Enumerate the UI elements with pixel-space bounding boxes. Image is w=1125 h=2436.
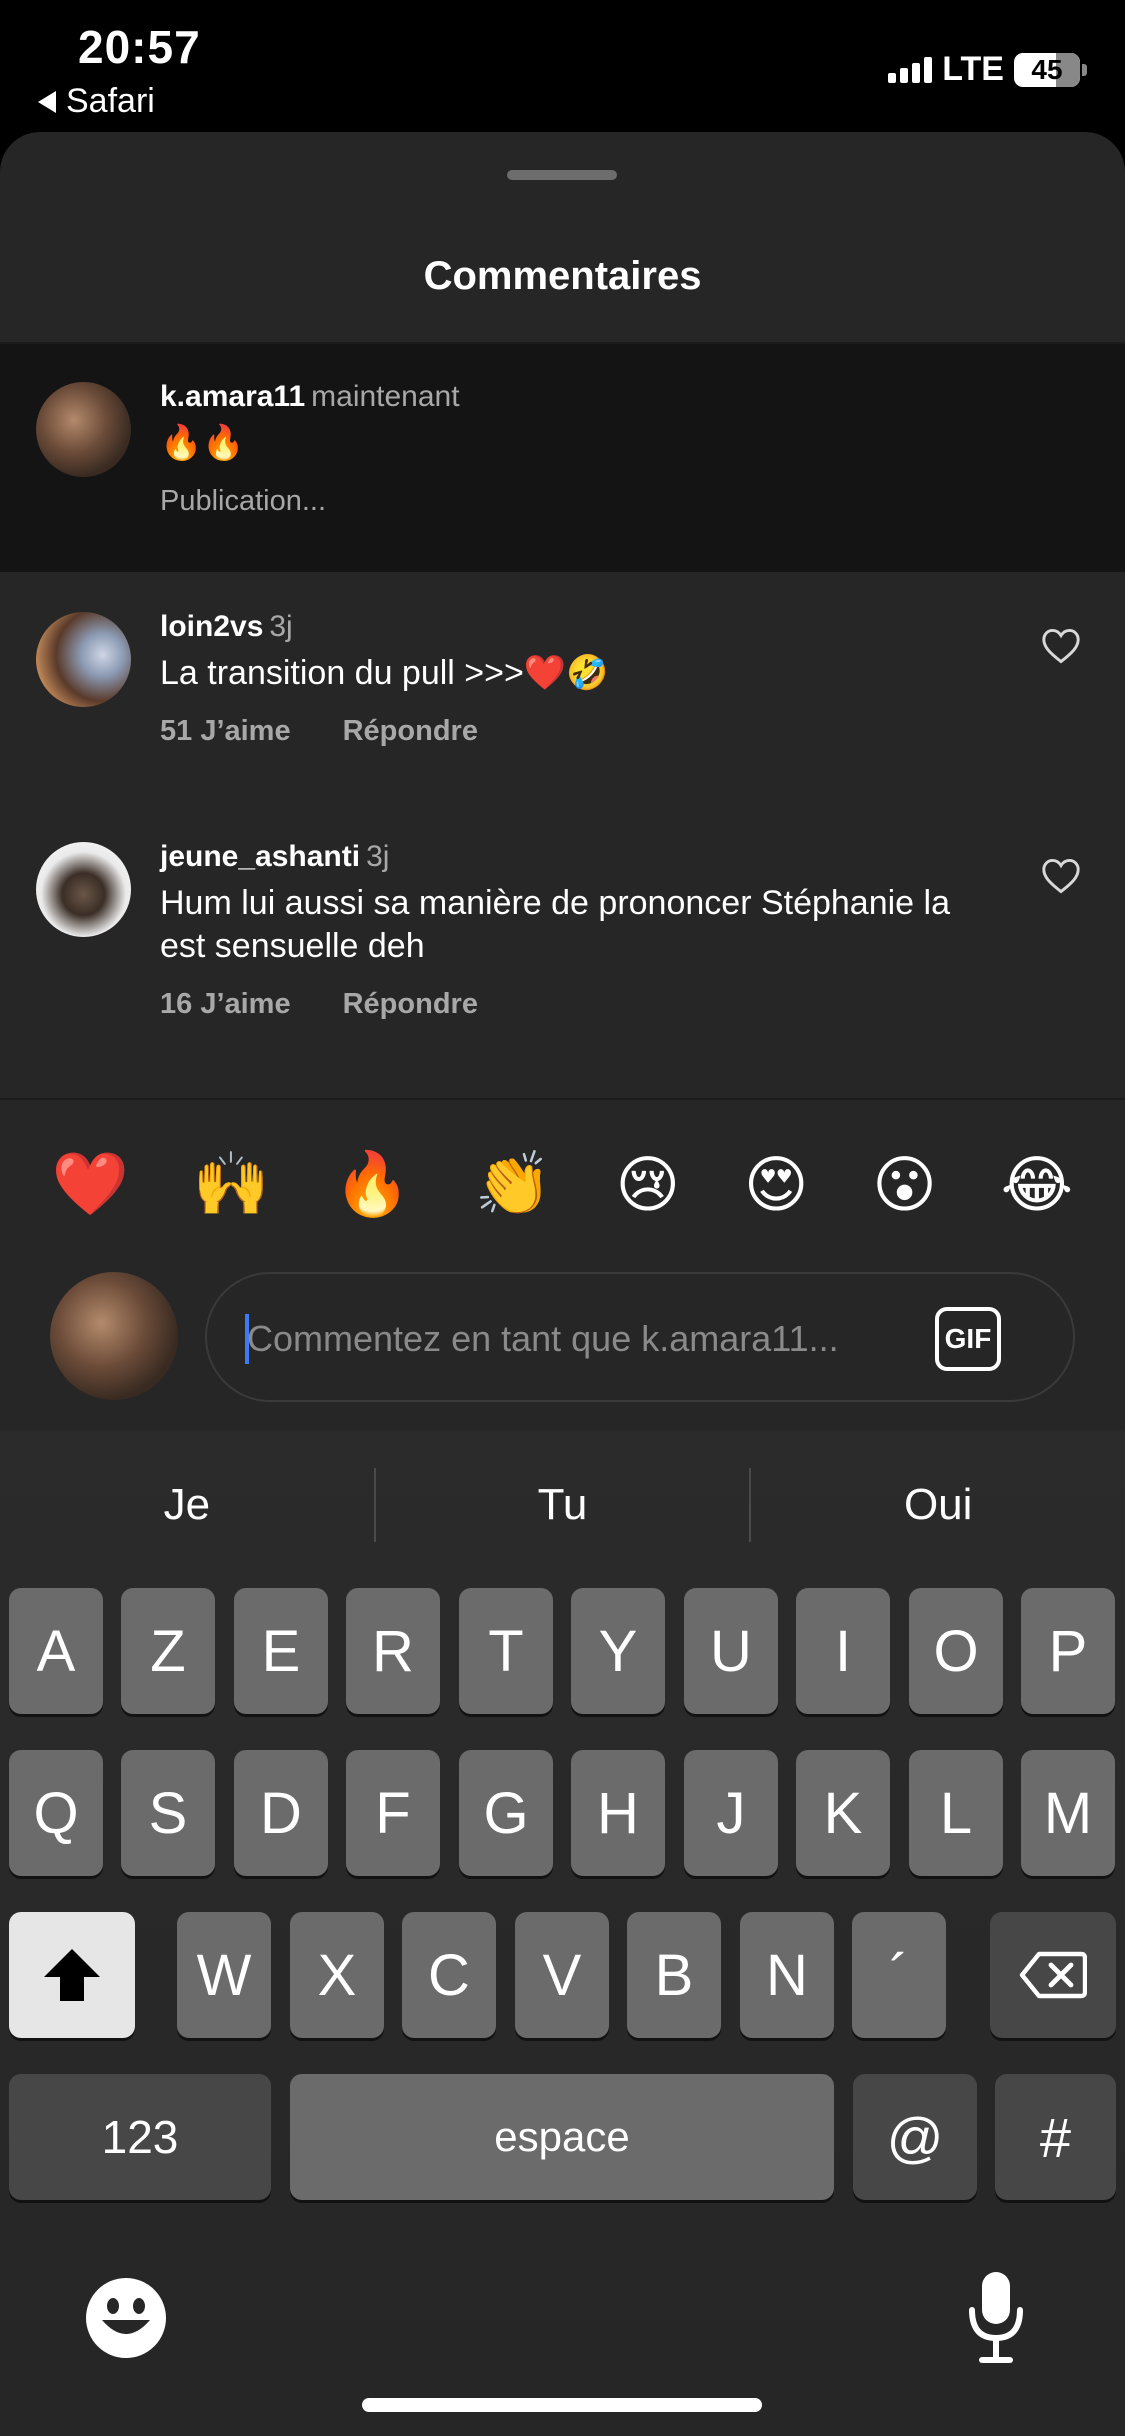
key-l[interactable]: L — [909, 1750, 1003, 1876]
emoji-keyboard-icon[interactable] — [84, 2276, 168, 2360]
status-indicators: LTE 45 — [888, 50, 1087, 89]
key-y[interactable]: Y — [571, 1588, 665, 1714]
suggestion-bar: Je Tu Oui — [0, 1430, 1125, 1580]
key-s[interactable]: S — [121, 1750, 215, 1876]
key-j[interactable]: J — [684, 1750, 778, 1876]
backspace-icon — [1019, 1951, 1087, 1999]
suggestion-item[interactable]: Oui — [751, 1480, 1125, 1530]
avatar[interactable] — [36, 382, 131, 477]
at-key[interactable]: @ — [853, 2074, 977, 2200]
suggestion-item[interactable]: Tu — [376, 1480, 750, 1530]
key-a[interactable]: A — [9, 1588, 103, 1714]
key-g[interactable]: G — [459, 1750, 553, 1876]
emoji-heart-button[interactable]: ❤️ — [52, 1148, 129, 1221]
emoji-raised-hands-button[interactable]: 🙌 — [193, 1148, 270, 1221]
status-bar: 20:57 Safari LTE 45 — [0, 0, 1125, 130]
shift-arrow-icon — [44, 1949, 100, 2001]
comment-header: jeune_ashanti 3j — [160, 840, 985, 874]
comment-status: Publication... — [160, 485, 985, 518]
key-i[interactable]: I — [796, 1588, 890, 1714]
comment-item: jeune_ashanti 3j Hum lui aussi sa manière… — [0, 802, 1125, 1087]
comment-time: maintenant — [311, 380, 460, 413]
heart-icon[interactable] — [1041, 628, 1081, 664]
like-count[interactable]: 16 J’aime — [160, 988, 291, 1021]
emoji-heart-eyes-button[interactable]: 😍 — [744, 1148, 809, 1221]
space-key[interactable]: espace — [290, 2074, 834, 2200]
comment-item: loin2vs 3j La transition du pull >>>❤️🤣 5… — [0, 572, 1125, 802]
quick-emoji-bar: ❤️ 🙌 🔥 👏 😢 😍 😮 😂 — [0, 1148, 1125, 1221]
key-t[interactable]: T — [459, 1588, 553, 1714]
comment-username[interactable]: jeune_ashanti — [160, 840, 360, 873]
key-p[interactable]: P — [1021, 1588, 1115, 1714]
composer-avatar — [50, 1272, 178, 1400]
posting-status: Publication... — [160, 485, 327, 517]
key-m[interactable]: M — [1021, 1750, 1115, 1876]
back-arrow-icon — [38, 90, 56, 113]
heart-icon[interactable] — [1041, 858, 1081, 894]
comment-username[interactable]: loin2vs — [160, 610, 263, 643]
key-accent[interactable]: ´ — [852, 1912, 946, 2038]
divider — [0, 1098, 1125, 1100]
backspace-key[interactable] — [990, 1912, 1116, 2038]
suggestion-item[interactable]: Je — [0, 1480, 374, 1530]
key-v[interactable]: V — [515, 1912, 609, 2038]
battery-icon: 45 — [1014, 52, 1087, 87]
avatar[interactable] — [36, 842, 131, 937]
key-d[interactable]: D — [234, 1750, 328, 1876]
reply-button[interactable]: Répondre — [343, 715, 478, 748]
home-indicator[interactable] — [362, 2398, 762, 2412]
sheet-grabber[interactable] — [507, 170, 617, 180]
emoji-laughing-button[interactable]: 😂 — [1001, 1148, 1073, 1221]
comment-text: La transition du pull >>>❤️🤣 — [160, 654, 609, 692]
network-label: LTE — [942, 50, 1004, 88]
key-z[interactable]: Z — [121, 1588, 215, 1714]
key-b[interactable]: B — [627, 1912, 721, 2038]
avatar[interactable] — [36, 612, 131, 707]
comments-sheet: Commentaires k.amara11 maintenant 🔥🔥 Publ… — [0, 132, 1125, 1432]
emoji-fire-button[interactable]: 🔥 — [334, 1148, 411, 1221]
comment-time: 3j — [269, 610, 293, 643]
back-to-app-button[interactable]: Safari — [38, 82, 155, 121]
signal-icon — [888, 56, 933, 83]
back-app-label: Safari — [66, 82, 155, 120]
keyboard: Je Tu Oui A Z E R T Y U I O P Q S D F G … — [0, 1430, 1125, 2436]
comment-time: 3j — [366, 840, 390, 873]
comment-input-pill: GIF — [205, 1272, 1075, 1402]
key-k[interactable]: K — [796, 1750, 890, 1876]
numbers-key[interactable]: 123 — [9, 2074, 271, 2200]
key-o[interactable]: O — [909, 1588, 1003, 1714]
key-x[interactable]: X — [290, 1912, 384, 2038]
battery-level: 45 — [1031, 53, 1063, 85]
like-count[interactable]: 51 J’aime — [160, 715, 291, 748]
comment-actions: 51 J’aime Répondre — [160, 715, 985, 748]
key-r[interactable]: R — [346, 1588, 440, 1714]
gif-button[interactable]: GIF — [935, 1307, 1001, 1371]
hash-key[interactable]: # — [995, 2074, 1116, 2200]
comment-header: k.amara11 maintenant — [160, 380, 985, 414]
comment-header: loin2vs 3j — [160, 610, 985, 644]
shift-key[interactable] — [9, 1912, 135, 2038]
comment-actions: 16 J’aime Répondre — [160, 988, 985, 1021]
key-w[interactable]: W — [177, 1912, 271, 2038]
emoji-crying-button[interactable]: 😢 — [616, 1148, 681, 1221]
key-f[interactable]: F — [346, 1750, 440, 1876]
key-h[interactable]: H — [571, 1750, 665, 1876]
key-e[interactable]: E — [234, 1588, 328, 1714]
key-u[interactable]: U — [684, 1588, 778, 1714]
key-c[interactable]: C — [402, 1912, 496, 2038]
comment-text: Hum lui aussi sa manière de prononcer St… — [160, 884, 951, 965]
key-n[interactable]: N — [740, 1912, 834, 2038]
comment-item: k.amara11 maintenant 🔥🔥 Publication... — [0, 344, 1125, 572]
reply-button[interactable]: Répondre — [343, 988, 478, 1021]
emoji-surprised-button[interactable]: 😮 — [872, 1148, 937, 1221]
emoji-clap-button[interactable]: 👏 — [475, 1148, 552, 1221]
microphone-icon[interactable] — [966, 2270, 1026, 2364]
comment-input[interactable] — [247, 1304, 907, 1374]
clock: 20:57 — [78, 21, 201, 73]
sheet-title: Commentaires — [423, 254, 702, 298]
comment-username[interactable]: k.amara11 — [160, 380, 305, 413]
key-q[interactable]: Q — [9, 1750, 103, 1876]
comment-text: 🔥🔥 — [160, 424, 245, 462]
